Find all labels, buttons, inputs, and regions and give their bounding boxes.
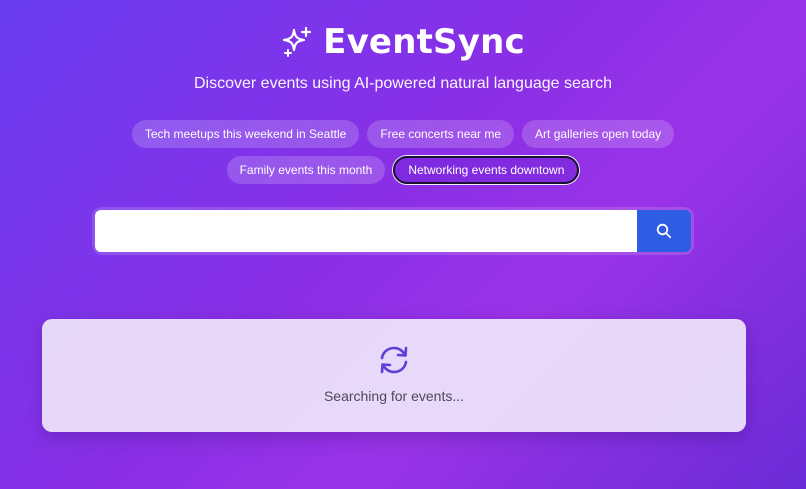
loading-status-text: Searching for events... (323, 388, 465, 404)
search-bar (92, 207, 694, 255)
suggestion-chip-free-concerts[interactable]: Free concerts near me (367, 120, 515, 148)
suggestion-chip-family-events[interactable]: Family events this month (226, 156, 386, 184)
suggestion-row-2: Family events this month Networking even… (226, 156, 580, 184)
suggestion-chip-art-galleries[interactable]: Art galleries open today (522, 120, 675, 148)
search-button[interactable] (637, 210, 691, 252)
refresh-icon (380, 346, 408, 374)
app-title: EventSync (323, 22, 525, 62)
brand-header: EventSync (0, 22, 806, 62)
sparkles-icon (283, 26, 312, 57)
suggestion-chip-networking-events[interactable]: Networking events downtown (393, 156, 580, 184)
app-subtitle: Discover events using AI-powered natural… (193, 75, 613, 92)
suggestion-chip-tech-meetups[interactable]: Tech meetups this weekend in Seattle (131, 120, 360, 148)
search-icon (656, 223, 672, 239)
suggestion-chips: Tech meetups this weekend in Seattle Fre… (0, 120, 806, 184)
loading-panel: Searching for events... (42, 319, 746, 432)
suggestion-row-1: Tech meetups this weekend in Seattle Fre… (131, 120, 675, 148)
search-input[interactable] (95, 210, 637, 252)
